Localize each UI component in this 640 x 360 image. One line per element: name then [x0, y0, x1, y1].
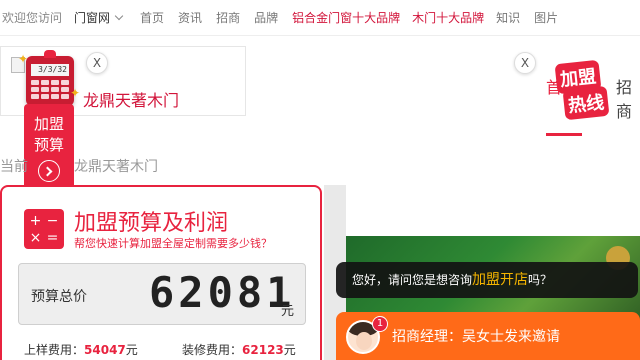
chevron-down-icon — [114, 11, 124, 21]
calculator-screen: 3/3/32 — [31, 64, 69, 76]
nav-brands[interactable]: 品牌 — [254, 9, 278, 26]
breadcrumb-current[interactable]: 龙鼎天著木门 — [74, 159, 158, 175]
total-budget-box: 预算总价 62081 元 — [18, 263, 306, 325]
badge-line1: 加盟 — [33, 115, 64, 133]
hotline-close-button[interactable]: X — [514, 52, 536, 74]
chat-highlight: 加盟开店 — [472, 272, 529, 288]
total-value: 62081 — [149, 268, 296, 317]
card-subtitle: 帮您快速计算加盟全屋定制需要多少钱？ — [74, 237, 272, 250]
breadcrumb-prefix: 当前 — [0, 159, 28, 175]
nav-news[interactable]: 资讯 — [178, 9, 202, 26]
nav-images[interactable]: 图片 — [534, 9, 558, 26]
decor-cost-row: 装修费用：62123元 — [182, 343, 296, 357]
franchise-budget-badge[interactable]: 加盟 预算 — [24, 104, 74, 190]
top-nav: 欢迎您访问 门窗网 首页 资讯 招商 品牌 铝合金门窗十大品牌 木门十大品牌 知… — [0, 0, 640, 36]
breadcrumb: 当前 龙鼎天著木门 — [0, 156, 158, 176]
franchise-hotline-badge[interactable]: 加盟 热线 — [554, 59, 622, 121]
sample-cost-row: 上样费用：54047元 — [24, 343, 138, 357]
hotline-badge-line2: 热线 — [562, 85, 610, 121]
welcome-text: 欢迎您访问 — [2, 11, 63, 25]
nav-aluminum-top10[interactable]: 铝合金门窗十大品牌 — [292, 9, 400, 26]
sample-cost-value: 54047 — [84, 343, 126, 357]
chat-invite-bar[interactable]: 1 招商经理：吴女士发来邀请 — [336, 312, 640, 360]
nav-invest[interactable]: 招商 — [216, 9, 240, 26]
calculator-keys-icon: + − × = — [24, 209, 64, 249]
calculator-icon: ✦ ✦ 3/3/32 — [18, 50, 80, 106]
total-label: 预算总价 — [31, 289, 87, 305]
active-tab-indicator — [546, 133, 582, 136]
brand-ad-name[interactable]: 龙鼎天著木门 — [83, 87, 179, 111]
card-title: 加盟预算及利润 — [74, 211, 229, 236]
unread-badge: 1 — [372, 316, 388, 332]
chat-invite-text: 招商经理：吴女士发来邀请 — [392, 329, 560, 345]
chat-question-bubble[interactable]: 您好，请问您是想咨询加盟开店吗？ — [336, 262, 638, 298]
site-switcher[interactable]: 门窗网 — [74, 9, 124, 26]
budget-calculator-card: + − × = 加盟预算及利润 帮您快速计算加盟全屋定制需要多少钱？ 预算总价 62… — [0, 185, 322, 360]
nav-knowledge[interactable]: 知识 — [496, 9, 520, 26]
total-unit: 元 — [281, 304, 295, 319]
nav-home[interactable]: 首页 — [140, 9, 164, 26]
nav-wooddoor-top10[interactable]: 木门十大品牌 — [412, 9, 484, 26]
ad-close-button[interactable]: X — [86, 52, 108, 74]
decor-cost-value: 62123 — [242, 343, 284, 357]
badge-line2: 预算 — [33, 136, 64, 154]
